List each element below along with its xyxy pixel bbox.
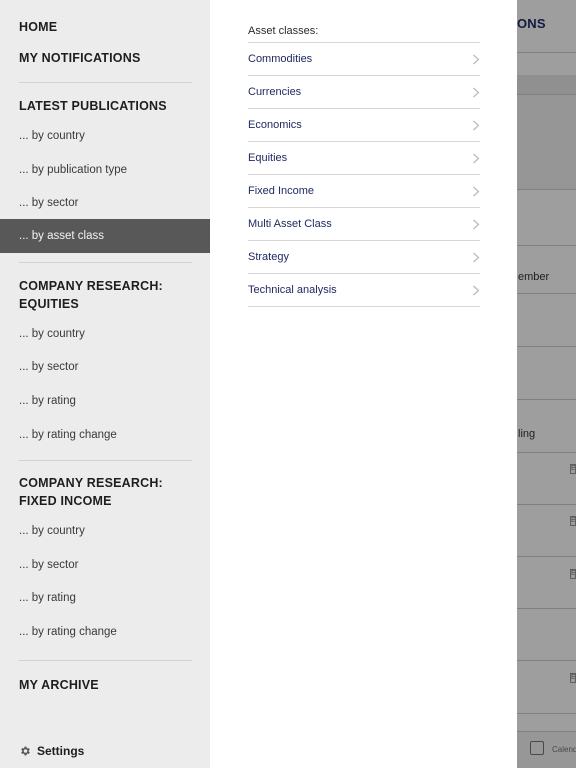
chevron-right-icon — [473, 153, 480, 164]
nav-active-label: ... by asset class — [19, 230, 105, 242]
nav-my-notifications[interactable]: MY NOTIFICATIONS — [19, 49, 199, 67]
asset-panel-title: Asset classes: — [248, 25, 319, 37]
asset-item-equities[interactable]: Equities — [248, 142, 480, 175]
chevron-right-icon — [473, 285, 480, 296]
asset-item-label: Equities — [248, 152, 288, 164]
nav-equities-by-rating[interactable]: ... by rating — [19, 394, 76, 408]
chevron-right-icon — [473, 186, 480, 197]
nav-heading-company-equities: COMPANY RESEARCH: EQUITIES — [19, 279, 163, 311]
chevron-right-icon — [473, 219, 480, 230]
nav-equities-by-country[interactable]: ... by country — [19, 327, 85, 341]
nav-divider — [19, 262, 192, 263]
nav-divider — [19, 460, 192, 461]
chevron-right-icon — [473, 87, 480, 98]
asset-item-label: Technical analysis — [248, 284, 337, 296]
asset-item-label: Fixed Income — [248, 185, 315, 197]
nav-equities-by-rating-change[interactable]: ... by rating change — [19, 428, 117, 442]
nav-divider — [19, 82, 192, 83]
nav-fixed-income-by-sector[interactable]: ... by sector — [19, 558, 78, 572]
nav-equities-by-sector[interactable]: ... by sector — [19, 360, 78, 374]
asset-item-currencies[interactable]: Currencies — [248, 76, 480, 109]
nav-my-archive[interactable]: MY ARCHIVE — [19, 676, 199, 694]
asset-item-multi-asset-class[interactable]: Multi Asset Class — [248, 208, 480, 241]
asset-item-label: Multi Asset Class — [248, 218, 332, 230]
chevron-right-icon — [473, 252, 480, 263]
chevron-right-icon — [473, 54, 480, 65]
asset-item-label: Commodities — [248, 53, 313, 65]
nav-home[interactable]: HOME — [19, 18, 199, 36]
nav-latest-by-publication-type[interactable]: ... by publication type — [19, 163, 127, 177]
asset-item-economics[interactable]: Economics — [248, 109, 480, 142]
settings-button[interactable]: Settings — [19, 743, 84, 759]
asset-item-strategy[interactable]: Strategy — [248, 241, 480, 274]
asset-item-commodities[interactable]: Commodities — [248, 43, 480, 76]
chevron-right-icon — [473, 120, 480, 131]
navigation-drawer: HOME MY NOTIFICATIONS LATEST PUBLICATION… — [0, 0, 210, 768]
settings-label: Settings — [37, 744, 85, 758]
asset-item-label: Economics — [248, 119, 302, 131]
asset-class-panel: Asset classes: Commodities Currencies Ec… — [210, 0, 517, 768]
nav-heading-company-fixed-income: COMPANY RESEARCH: FIXED INCOME — [19, 476, 163, 508]
asset-item-label: Currencies — [248, 86, 302, 98]
nav-divider — [19, 660, 192, 661]
nav-fixed-income-by-rating-change[interactable]: ... by rating change — [19, 625, 117, 639]
gear-icon — [21, 746, 30, 756]
nav-fixed-income-by-country[interactable]: ... by country — [19, 524, 85, 538]
nav-latest-by-asset-class[interactable]: ... by asset class — [0, 219, 210, 253]
asset-item-label: Strategy — [248, 251, 289, 263]
nav-fixed-income-by-rating[interactable]: ... by rating — [19, 591, 76, 605]
nav-latest-by-country[interactable]: ... by country — [19, 129, 85, 143]
nav-heading-latest-publications: LATEST PUBLICATIONS — [19, 99, 167, 113]
asset-item-technical-analysis[interactable]: Technical analysis — [248, 274, 480, 307]
nav-latest-by-sector[interactable]: ... by sector — [19, 196, 78, 210]
asset-item-fixed-income[interactable]: Fixed Income — [248, 175, 480, 208]
asset-class-list: Commodities Currencies Economics Equitie… — [248, 42, 480, 307]
